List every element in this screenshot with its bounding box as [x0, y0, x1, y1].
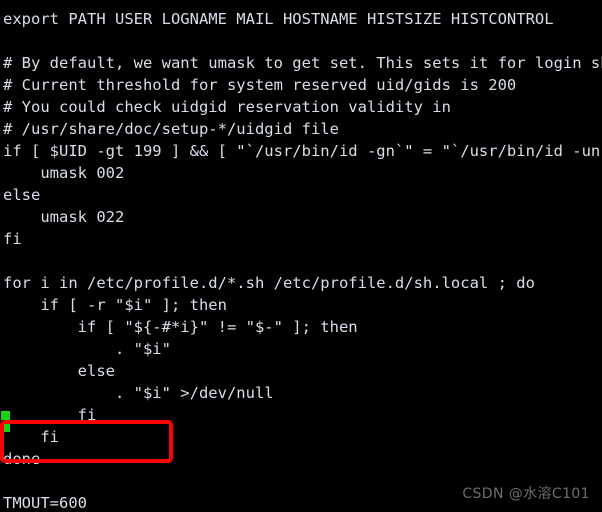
terminal-line: fi — [3, 230, 22, 248]
terminal-line: umask 022 — [3, 208, 125, 226]
terminal-line: fi — [3, 428, 59, 446]
terminal-line: else — [3, 362, 115, 380]
terminal-line: if [ "${-#*i}" != "$-" ]; then — [3, 318, 358, 336]
terminal-text-buffer[interactable]: export PATH USER LOGNAME MAIL HOSTNAME H… — [0, 0, 602, 512]
terminal-line: # /usr/share/doc/setup-*/uidgid file — [3, 120, 339, 138]
terminal-line: . "$i" >/dev/null — [3, 384, 274, 402]
terminal-line: for i in /etc/profile.d/*.sh /etc/profil… — [3, 274, 535, 292]
terminal-line: if [ -r "$i" ]; then — [3, 296, 227, 314]
terminal-window[interactable]: export PATH USER LOGNAME MAIL HOSTNAME H… — [0, 0, 602, 512]
green-selection-marker-top — [1, 411, 10, 420]
terminal-line: # You could check uidgid reservation val… — [3, 98, 451, 116]
terminal-line: done — [3, 450, 41, 468]
terminal-line: fi — [3, 406, 97, 424]
terminal-line: else — [3, 186, 41, 204]
green-selection-marker-bottom — [1, 423, 10, 432]
terminal-line: if [ $UID -gt 199 ] && [ "`/usr/bin/id -… — [3, 142, 602, 160]
csdn-watermark: CSDN @水溶C101 — [462, 486, 590, 502]
terminal-line: . "$i" — [3, 340, 171, 358]
terminal-line: # Current threshold for system reserved … — [3, 76, 517, 94]
terminal-line: umask 002 — [3, 164, 125, 182]
terminal-line: # By default, we want umask to get set. … — [3, 54, 602, 72]
terminal-line: export PATH USER LOGNAME MAIL HOSTNAME H… — [3, 10, 554, 28]
